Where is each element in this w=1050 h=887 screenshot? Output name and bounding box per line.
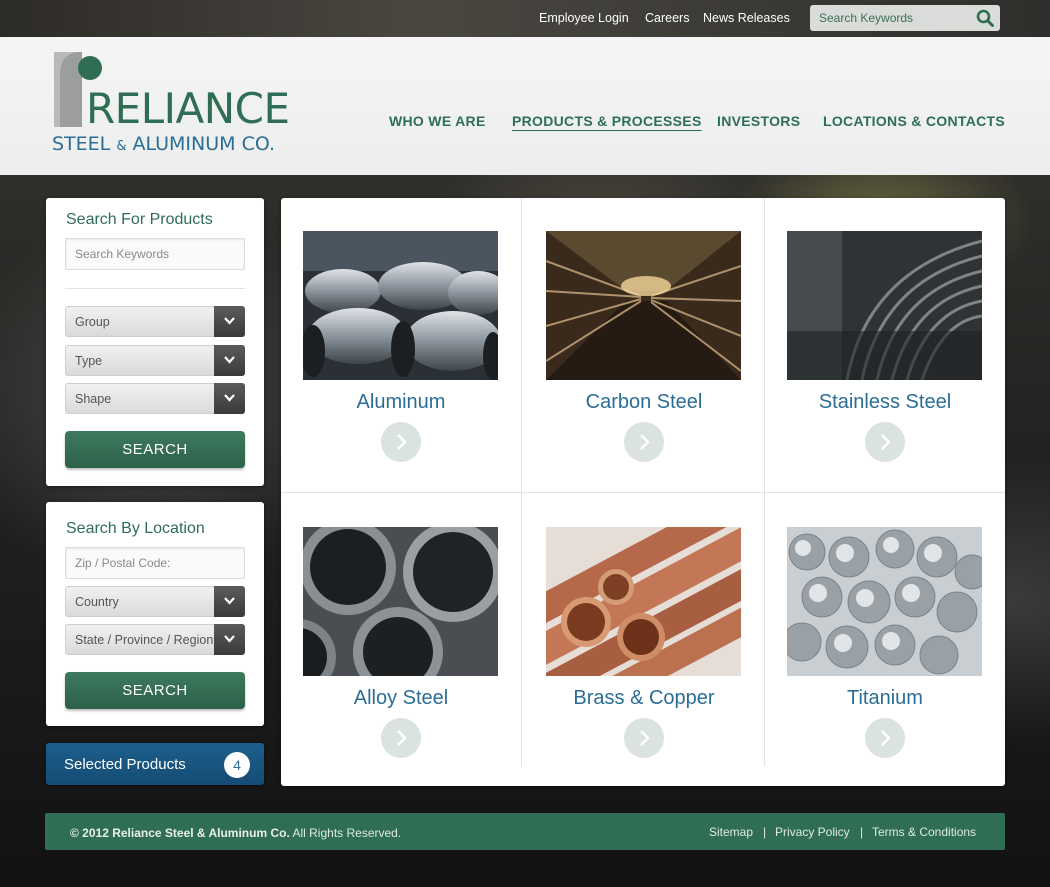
type-select[interactable]: Type [65, 345, 245, 376]
zip-code-input[interactable] [65, 547, 245, 579]
product-card-carbon-steel[interactable]: Carbon Steel [524, 198, 765, 492]
country-select[interactable]: Country [65, 586, 245, 617]
location-search-panel: Search By Location Country State / Provi… [46, 502, 264, 726]
selected-products-button[interactable]: Selected Products 4 [46, 743, 264, 785]
terms-conditions-link[interactable]: Terms & Conditions [872, 825, 976, 839]
product-grid: Aluminum Carbon Steel Stainless Steel Al… [281, 198, 1005, 786]
chevron-down-icon [224, 597, 235, 605]
news-releases-link[interactable]: News Releases [703, 11, 790, 25]
privacy-policy-link[interactable]: Privacy Policy [775, 825, 850, 839]
logo-wordmark: RELIANCE [86, 84, 290, 133]
product-search-panel: Search For Products Group Type Shape SEA… [46, 198, 264, 486]
product-card-stainless-steel[interactable]: Stainless Steel [765, 198, 1006, 492]
copyright-text: © 2012 Reliance Steel & Aluminum Co. All… [70, 826, 401, 840]
group-select[interactable]: Group [65, 306, 245, 337]
careers-link[interactable]: Careers [645, 11, 689, 25]
product-title[interactable]: Brass & Copper [524, 687, 764, 710]
copyright-rest: All Rights Reserved. [292, 826, 402, 840]
stainless-steel-image[interactable] [787, 231, 982, 380]
type-select-label: Type [75, 354, 103, 368]
chevron-right-icon [640, 730, 650, 746]
reliance-logo[interactable]: RELIANCE STEEL & ALUMINUM CO. [52, 52, 290, 157]
state-select-toggle[interactable] [214, 624, 245, 655]
product-arrow-button[interactable] [381, 718, 421, 758]
nav-locations-contacts[interactable]: LOCATIONS & CONTACTS [823, 113, 1005, 129]
chevron-right-icon [397, 730, 407, 746]
shape-select-label: Shape [75, 392, 112, 406]
type-select-toggle[interactable] [214, 345, 245, 376]
product-card-titanium[interactable]: Titanium [765, 494, 1006, 788]
shape-select[interactable]: Shape [65, 383, 245, 414]
site-footer: © 2012 Reliance Steel & Aluminum Co. All… [45, 813, 1005, 850]
group-select-label: Group [75, 315, 110, 329]
chevron-down-icon [224, 394, 235, 402]
product-arrow-button[interactable] [624, 422, 664, 462]
alloy-steel-image[interactable] [303, 527, 498, 676]
product-arrow-button[interactable] [624, 718, 664, 758]
product-card-aluminum[interactable]: Aluminum [281, 198, 522, 492]
chevron-right-icon [881, 730, 891, 746]
product-title[interactable]: Titanium [765, 687, 1005, 710]
product-search-button[interactable]: SEARCH [65, 431, 245, 468]
location-search-title: Search By Location [66, 520, 205, 537]
chevron-right-icon [640, 434, 650, 450]
state-select[interactable]: State / Province / Region [65, 624, 245, 655]
country-select-toggle[interactable] [214, 586, 245, 617]
footer-separator: | [763, 825, 767, 839]
footer-separator: | [860, 825, 864, 839]
state-select-label: State / Province / Region [75, 633, 214, 647]
site-header: RELIANCE STEEL & ALUMINUM CO. WHO WE ARE… [0, 37, 1050, 175]
country-select-label: Country [75, 595, 119, 609]
product-card-alloy-steel[interactable]: Alloy Steel [281, 494, 522, 788]
product-title[interactable]: Alloy Steel [281, 687, 521, 710]
product-title[interactable]: Stainless Steel [765, 391, 1005, 414]
product-arrow-button[interactable] [865, 422, 905, 462]
nav-who-we-are[interactable]: WHO WE ARE [389, 113, 486, 129]
top-utility-bar: Employee Login Careers News Releases [0, 0, 1050, 37]
carbon-steel-image[interactable] [546, 231, 741, 380]
grid-divider [281, 492, 1005, 493]
employee-login-link[interactable]: Employee Login [539, 11, 629, 25]
titanium-image[interactable] [787, 527, 982, 676]
selected-count-badge: 4 [224, 752, 250, 778]
product-arrow-button[interactable] [381, 422, 421, 462]
search-icon[interactable] [976, 9, 994, 27]
product-keyword-input[interactable] [65, 238, 245, 270]
chevron-down-icon [224, 317, 235, 325]
chevron-right-icon [881, 434, 891, 450]
brass-copper-image[interactable] [546, 527, 741, 676]
product-card-brass-copper[interactable]: Brass & Copper [524, 494, 765, 788]
nav-products-processes[interactable]: PRODUCTS & PROCESSES [512, 113, 702, 129]
top-search-box [810, 5, 1000, 31]
product-title[interactable]: Aluminum [281, 391, 521, 414]
sitemap-link[interactable]: Sitemap [709, 825, 753, 839]
logo-sub-amp: & [116, 139, 127, 154]
top-search-input[interactable] [810, 5, 970, 31]
logo-sub-steel: STEEL [52, 133, 111, 155]
copyright-bold: © 2012 Reliance Steel & Aluminum Co. [70, 826, 290, 840]
aluminum-image[interactable] [303, 231, 498, 380]
location-search-button[interactable]: SEARCH [65, 672, 245, 709]
nav-investors[interactable]: INVESTORS [717, 113, 800, 129]
selected-products-label: Selected Products [64, 756, 186, 773]
product-title[interactable]: Carbon Steel [524, 391, 764, 414]
chevron-right-icon [397, 434, 407, 450]
chevron-down-icon [224, 356, 235, 364]
logo-sub-aluminum: ALUMINUM CO. [132, 133, 276, 155]
product-search-title: Search For Products [66, 211, 213, 228]
group-select-toggle[interactable] [214, 306, 245, 337]
shape-select-toggle[interactable] [214, 383, 245, 414]
chevron-down-icon [224, 635, 235, 643]
product-arrow-button[interactable] [865, 718, 905, 758]
logo-subtitle: STEEL & ALUMINUM CO. [52, 134, 275, 157]
panel-divider [65, 288, 245, 289]
